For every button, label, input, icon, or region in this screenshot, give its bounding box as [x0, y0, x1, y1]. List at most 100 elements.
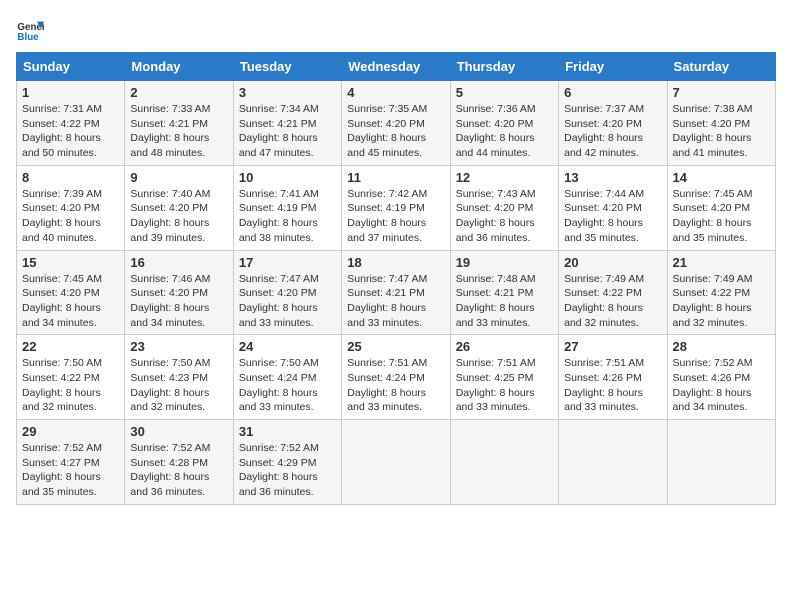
day-cell: 5 Sunrise: 7:36 AMSunset: 4:20 PMDaylight…: [450, 81, 558, 166]
cell-info: Sunrise: 7:50 AMSunset: 4:23 PMDaylight:…: [130, 356, 227, 415]
day-cell: 28 Sunrise: 7:52 AMSunset: 4:26 PMDayligh…: [667, 335, 775, 420]
day-cell: 3 Sunrise: 7:34 AMSunset: 4:21 PMDaylight…: [233, 81, 341, 166]
cell-info: Sunrise: 7:48 AMSunset: 4:21 PMDaylight:…: [456, 272, 553, 331]
cell-info: Sunrise: 7:42 AMSunset: 4:19 PMDaylight:…: [347, 187, 444, 246]
calendar-table: SundayMondayTuesdayWednesdayThursdayFrid…: [16, 52, 776, 505]
day-number: 1: [22, 85, 119, 100]
week-row-1: 1 Sunrise: 7:31 AMSunset: 4:22 PMDaylight…: [17, 81, 776, 166]
day-number: 5: [456, 85, 553, 100]
day-cell: 16 Sunrise: 7:46 AMSunset: 4:20 PMDayligh…: [125, 250, 233, 335]
cell-info: Sunrise: 7:50 AMSunset: 4:24 PMDaylight:…: [239, 356, 336, 415]
day-number: 4: [347, 85, 444, 100]
week-row-3: 15 Sunrise: 7:45 AMSunset: 4:20 PMDayligh…: [17, 250, 776, 335]
col-header-saturday: Saturday: [667, 53, 775, 81]
day-cell: 24 Sunrise: 7:50 AMSunset: 4:24 PMDayligh…: [233, 335, 341, 420]
day-number: 18: [347, 255, 444, 270]
cell-info: Sunrise: 7:49 AMSunset: 4:22 PMDaylight:…: [564, 272, 661, 331]
day-cell: [342, 420, 450, 505]
cell-info: Sunrise: 7:52 AMSunset: 4:26 PMDaylight:…: [673, 356, 770, 415]
day-cell: [559, 420, 667, 505]
day-number: 14: [673, 170, 770, 185]
day-number: 11: [347, 170, 444, 185]
day-cell: 18 Sunrise: 7:47 AMSunset: 4:21 PMDayligh…: [342, 250, 450, 335]
day-cell: 30 Sunrise: 7:52 AMSunset: 4:28 PMDayligh…: [125, 420, 233, 505]
cell-info: Sunrise: 7:45 AMSunset: 4:20 PMDaylight:…: [22, 272, 119, 331]
cell-info: Sunrise: 7:37 AMSunset: 4:20 PMDaylight:…: [564, 102, 661, 161]
day-number: 10: [239, 170, 336, 185]
day-cell: 9Sunrise: 7:40 AMSunset: 4:20 PMDaylight…: [125, 165, 233, 250]
day-number: 7: [673, 85, 770, 100]
day-number: 20: [564, 255, 661, 270]
day-cell: 23 Sunrise: 7:50 AMSunset: 4:23 PMDayligh…: [125, 335, 233, 420]
cell-info: Sunrise: 7:33 AMSunset: 4:21 PMDaylight:…: [130, 102, 227, 161]
day-number: 6: [564, 85, 661, 100]
day-cell: 29 Sunrise: 7:52 AMSunset: 4:27 PMDayligh…: [17, 420, 125, 505]
col-header-wednesday: Wednesday: [342, 53, 450, 81]
day-number: 19: [456, 255, 553, 270]
col-header-friday: Friday: [559, 53, 667, 81]
cell-info: Sunrise: 7:52 AMSunset: 4:29 PMDaylight:…: [239, 441, 336, 500]
day-cell: 10 Sunrise: 7:41 AMSunset: 4:19 PMDayligh…: [233, 165, 341, 250]
day-number: 27: [564, 339, 661, 354]
cell-info: Sunrise: 7:35 AMSunset: 4:20 PMDaylight:…: [347, 102, 444, 161]
day-cell: 19 Sunrise: 7:48 AMSunset: 4:21 PMDayligh…: [450, 250, 558, 335]
cell-info: Sunrise: 7:36 AMSunset: 4:20 PMDaylight:…: [456, 102, 553, 161]
day-number: 23: [130, 339, 227, 354]
day-number: 24: [239, 339, 336, 354]
cell-info: Sunrise: 7:52 AMSunset: 4:28 PMDaylight:…: [130, 441, 227, 500]
day-cell: 25 Sunrise: 7:51 AMSunset: 4:24 PMDayligh…: [342, 335, 450, 420]
day-cell: 8Sunrise: 7:39 AMSunset: 4:20 PMDaylight…: [17, 165, 125, 250]
day-number: 2: [130, 85, 227, 100]
day-number: 21: [673, 255, 770, 270]
day-cell: 27 Sunrise: 7:51 AMSunset: 4:26 PMDayligh…: [559, 335, 667, 420]
day-cell: 13Sunrise: 7:44 AMSunset: 4:20 PMDayligh…: [559, 165, 667, 250]
cell-info: Sunrise: 7:51 AMSunset: 4:24 PMDaylight:…: [347, 356, 444, 415]
day-number: 26: [456, 339, 553, 354]
cell-info: Sunrise: 7:52 AMSunset: 4:27 PMDaylight:…: [22, 441, 119, 500]
week-row-2: 8Sunrise: 7:39 AMSunset: 4:20 PMDaylight…: [17, 165, 776, 250]
day-cell: [667, 420, 775, 505]
cell-info: Sunrise: 7:50 AMSunset: 4:22 PMDaylight:…: [22, 356, 119, 415]
cell-info: Sunrise: 7:43 AMSunset: 4:20 PMDaylight:…: [456, 187, 553, 246]
col-header-thursday: Thursday: [450, 53, 558, 81]
day-number: 25: [347, 339, 444, 354]
day-cell: 17Sunrise: 7:47 AMSunset: 4:20 PMDayligh…: [233, 250, 341, 335]
cell-info: Sunrise: 7:31 AMSunset: 4:22 PMDaylight:…: [22, 102, 119, 161]
day-number: 31: [239, 424, 336, 439]
cell-info: Sunrise: 7:39 AMSunset: 4:20 PMDaylight:…: [22, 187, 119, 246]
col-header-monday: Monday: [125, 53, 233, 81]
cell-info: Sunrise: 7:34 AMSunset: 4:21 PMDaylight:…: [239, 102, 336, 161]
day-cell: 4 Sunrise: 7:35 AMSunset: 4:20 PMDaylight…: [342, 81, 450, 166]
day-cell: 2 Sunrise: 7:33 AMSunset: 4:21 PMDaylight…: [125, 81, 233, 166]
cell-info: Sunrise: 7:38 AMSunset: 4:20 PMDaylight:…: [673, 102, 770, 161]
svg-text:Blue: Blue: [17, 32, 39, 43]
cell-info: Sunrise: 7:51 AMSunset: 4:25 PMDaylight:…: [456, 356, 553, 415]
day-cell: 20 Sunrise: 7:49 AMSunset: 4:22 PMDayligh…: [559, 250, 667, 335]
day-number: 30: [130, 424, 227, 439]
day-cell: 1 Sunrise: 7:31 AMSunset: 4:22 PMDaylight…: [17, 81, 125, 166]
day-number: 22: [22, 339, 119, 354]
day-cell: 26 Sunrise: 7:51 AMSunset: 4:25 PMDayligh…: [450, 335, 558, 420]
cell-info: Sunrise: 7:47 AMSunset: 4:21 PMDaylight:…: [347, 272, 444, 331]
cell-info: Sunrise: 7:51 AMSunset: 4:26 PMDaylight:…: [564, 356, 661, 415]
day-cell: [450, 420, 558, 505]
day-number: 16: [130, 255, 227, 270]
cell-info: Sunrise: 7:49 AMSunset: 4:22 PMDaylight:…: [673, 272, 770, 331]
day-number: 17: [239, 255, 336, 270]
day-number: 12: [456, 170, 553, 185]
cell-info: Sunrise: 7:41 AMSunset: 4:19 PMDaylight:…: [239, 187, 336, 246]
col-header-tuesday: Tuesday: [233, 53, 341, 81]
day-number: 29: [22, 424, 119, 439]
day-number: 3: [239, 85, 336, 100]
day-number: 13: [564, 170, 661, 185]
col-header-sunday: Sunday: [17, 53, 125, 81]
cell-info: Sunrise: 7:46 AMSunset: 4:20 PMDaylight:…: [130, 272, 227, 331]
day-cell: 6 Sunrise: 7:37 AMSunset: 4:20 PMDaylight…: [559, 81, 667, 166]
day-number: 15: [22, 255, 119, 270]
week-row-4: 22 Sunrise: 7:50 AMSunset: 4:22 PMDayligh…: [17, 335, 776, 420]
week-row-5: 29 Sunrise: 7:52 AMSunset: 4:27 PMDayligh…: [17, 420, 776, 505]
day-cell: 21 Sunrise: 7:49 AMSunset: 4:22 PMDayligh…: [667, 250, 775, 335]
cell-info: Sunrise: 7:40 AMSunset: 4:20 PMDaylight:…: [130, 187, 227, 246]
day-number: 28: [673, 339, 770, 354]
logo-icon: General Blue: [16, 16, 44, 44]
